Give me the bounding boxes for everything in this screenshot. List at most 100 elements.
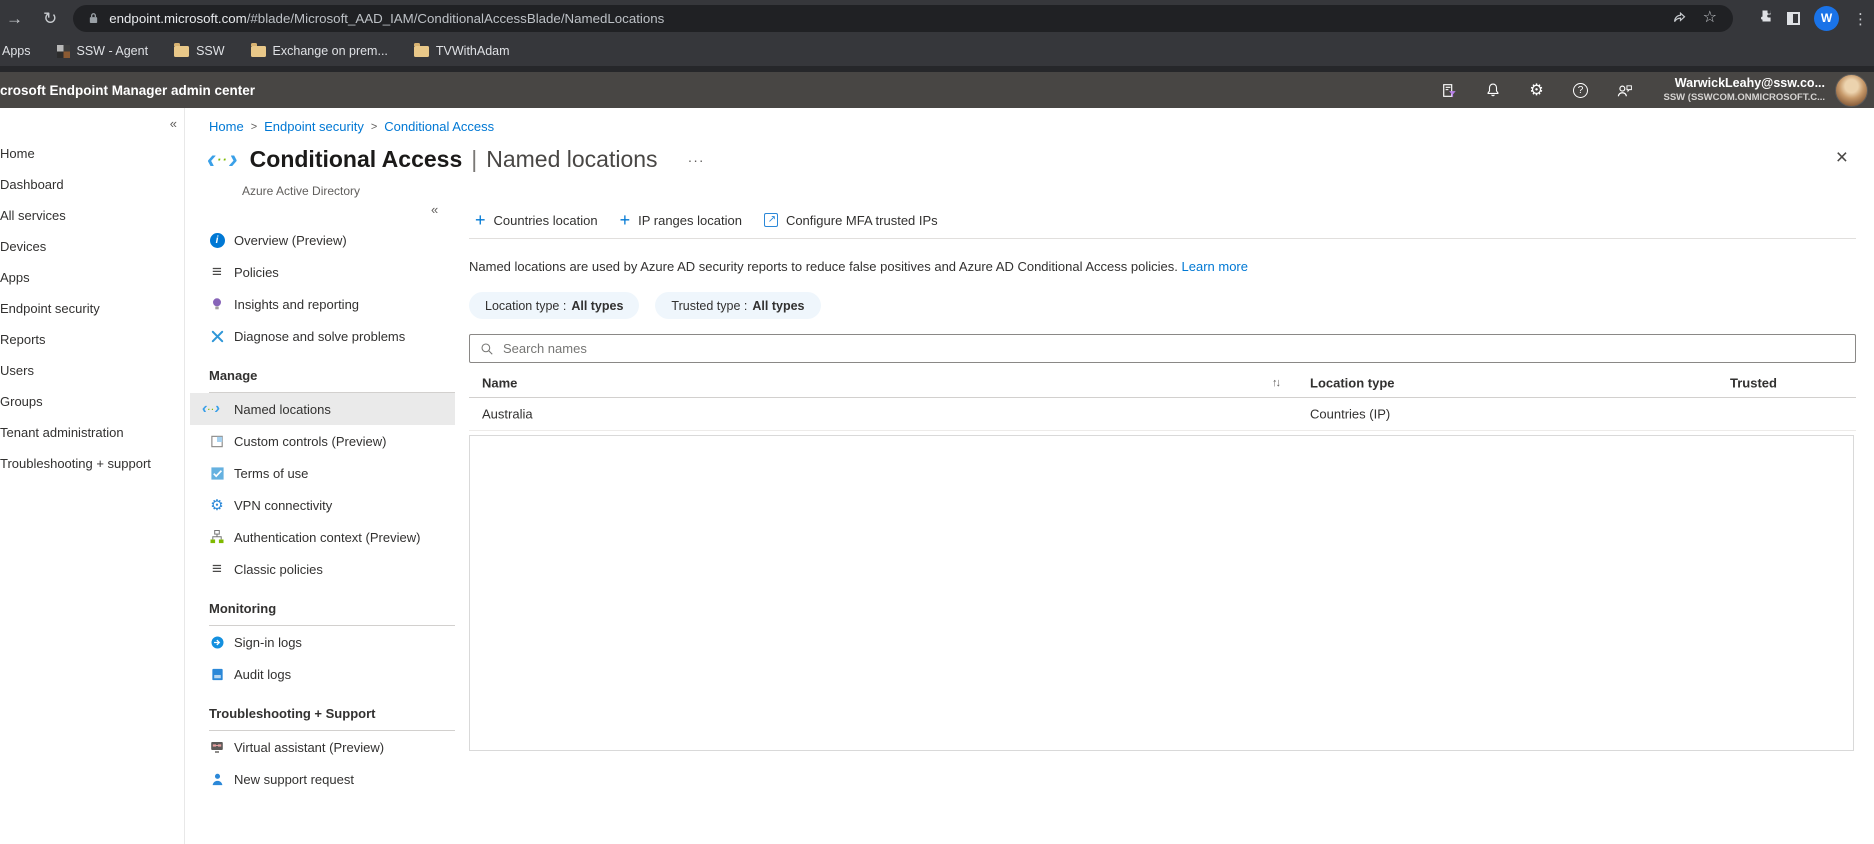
bookmark-apps[interactable]: Apps	[2, 44, 31, 58]
title-separator: |	[471, 146, 477, 173]
named-locations-content: Countries location IP ranges location Co…	[467, 202, 1874, 844]
search-input[interactable]	[501, 335, 1855, 362]
settings-gear-icon[interactable]	[1528, 81, 1546, 99]
configure-mfa-trusted-ips-button[interactable]: Configure MFA trusted IPs	[764, 213, 938, 228]
column-header-location-type[interactable]: Location type	[1310, 376, 1395, 391]
menu-item-custom-controls[interactable]: Custom controls (Preview)	[185, 425, 455, 457]
sidebar-item-label: Groups	[0, 394, 43, 409]
sort-icon[interactable]	[1272, 377, 1279, 389]
bookmark-exchange[interactable]: Exchange on prem...	[251, 44, 388, 58]
sidebar-item-apps[interactable]: Apps	[0, 262, 184, 293]
breadcrumb-home[interactable]: Home	[209, 119, 244, 134]
cell-name[interactable]: Australia	[482, 407, 533, 422]
bookmarks-bar: Apps SSW - Agent SSW Exchange on prem...…	[0, 36, 1874, 66]
menu-item-label: Diagnose and solve problems	[234, 329, 405, 344]
menu-item-policies[interactable]: Policies	[185, 256, 455, 288]
service-name: Azure Active Directory	[242, 184, 360, 198]
menu-item-classic-policies[interactable]: Classic policies	[185, 553, 455, 585]
url-text[interactable]: endpoint.microsoft.com/#blade/Microsoft_…	[109, 11, 1670, 26]
browser-profile-avatar[interactable]: W	[1814, 6, 1839, 31]
menu-section-monitoring: Monitoring	[209, 595, 455, 626]
blade-menu-collapse-icon[interactable]	[431, 202, 438, 217]
sidebar-item-devices[interactable]: Devices	[0, 231, 184, 262]
account-info[interactable]: WarwickLeahy@ssw.co... SSW (SSWCOM.ONMIC…	[1664, 76, 1826, 104]
close-blade-icon[interactable]	[1836, 146, 1848, 170]
sidebar-collapse-icon[interactable]	[170, 116, 177, 131]
search-box	[469, 334, 1856, 363]
breadcrumb-endpoint-security[interactable]: Endpoint security	[264, 119, 364, 134]
sidebar-item-users[interactable]: Users	[0, 355, 184, 386]
forward-icon[interactable]	[6, 10, 23, 27]
location-type-filter[interactable]: Location type : All types	[469, 292, 639, 319]
menu-item-named-locations[interactable]: Named locations	[190, 393, 455, 425]
cloud-shell-filter-icon[interactable]	[1440, 81, 1458, 99]
bookmark-star-icon[interactable]	[1703, 10, 1717, 26]
share-icon[interactable]	[1671, 10, 1687, 26]
description-text: Named locations are used by Azure AD sec…	[469, 259, 1248, 274]
side-panel-icon[interactable]	[1787, 12, 1800, 25]
menu-item-label: Policies	[234, 265, 279, 280]
bookmark-tvwithadam[interactable]: TVWithAdam	[414, 44, 510, 58]
menu-item-audit-logs[interactable]: Audit logs	[185, 658, 455, 690]
filter-label: Location type :	[485, 299, 566, 313]
reload-icon[interactable]	[43, 10, 57, 27]
extensions-puzzle-icon[interactable]	[1757, 8, 1773, 29]
breadcrumb-conditional-access[interactable]: Conditional Access	[384, 119, 494, 134]
cell-location-type: Countries (IP)	[1310, 407, 1390, 422]
menu-item-diagnose[interactable]: Diagnose and solve problems	[185, 320, 455, 352]
bookmark-ssw[interactable]: SSW	[174, 44, 224, 58]
table-row[interactable]: Australia Countries (IP)	[469, 398, 1856, 431]
bookmark-label: SSW - Agent	[77, 44, 149, 58]
bookmark-ssw-agent[interactable]: SSW - Agent	[57, 44, 149, 58]
help-icon[interactable]	[1572, 81, 1590, 99]
bookmark-label: Apps	[2, 44, 31, 58]
more-actions-icon[interactable]	[688, 152, 705, 168]
menu-item-terms-of-use[interactable]: Terms of use	[185, 457, 455, 489]
address-bar[interactable]: endpoint.microsoft.com/#blade/Microsoft_…	[73, 5, 1733, 32]
left-sidebar: Home Dashboard All services Devices Apps…	[0, 108, 185, 844]
menu-item-insights[interactable]: Insights and reporting	[185, 288, 455, 320]
list-icon	[209, 561, 225, 577]
sidebar-item-label: Dashboard	[0, 177, 64, 192]
menu-item-authentication-context[interactable]: Authentication context (Preview)	[185, 521, 455, 553]
menu-item-label: Audit logs	[234, 667, 291, 682]
menu-section-troubleshooting: Troubleshooting + Support	[209, 700, 455, 731]
menu-item-sign-in-logs[interactable]: Sign-in logs	[185, 626, 455, 658]
learn-more-link[interactable]: Learn more	[1182, 259, 1248, 274]
sidebar-item-all-services[interactable]: All services	[0, 200, 184, 231]
menu-item-label: Terms of use	[234, 466, 308, 481]
sidebar-item-home[interactable]: Home	[0, 138, 184, 169]
menu-item-label: Virtual assistant (Preview)	[234, 740, 384, 755]
feedback-icon[interactable]	[1616, 81, 1634, 99]
countries-location-button[interactable]: Countries location	[475, 211, 598, 229]
folder-icon	[174, 46, 189, 57]
trusted-type-filter[interactable]: Trusted type : All types	[655, 292, 820, 319]
sidebar-item-reports[interactable]: Reports	[0, 324, 184, 355]
search-icon	[480, 342, 494, 356]
column-header-trusted[interactable]: Trusted	[1730, 376, 1777, 391]
notifications-bell-icon[interactable]	[1484, 81, 1502, 99]
sidebar-item-endpoint-security[interactable]: Endpoint security	[0, 293, 184, 324]
menu-item-label: Named locations	[234, 402, 331, 417]
menu-item-label: Authentication context (Preview)	[234, 530, 420, 545]
menu-item-virtual-assistant[interactable]: Virtual assistant (Preview)	[185, 731, 455, 763]
sidebar-item-troubleshooting[interactable]: Troubleshooting + support	[0, 448, 184, 479]
sidebar-item-tenant-administration[interactable]: Tenant administration	[0, 417, 184, 448]
bookmark-label: SSW	[196, 44, 224, 58]
sidebar-item-label: Troubleshooting + support	[0, 456, 151, 471]
tools-icon	[209, 328, 225, 344]
ip-ranges-location-button[interactable]: IP ranges location	[620, 211, 742, 229]
list-icon	[209, 264, 225, 280]
browser-toolbar: endpoint.microsoft.com/#blade/Microsoft_…	[0, 0, 1874, 36]
sidebar-item-groups[interactable]: Groups	[0, 386, 184, 417]
column-header-name[interactable]: Name	[482, 376, 517, 391]
account-avatar[interactable]	[1835, 74, 1868, 107]
sidebar-item-label: Devices	[0, 239, 46, 254]
sidebar-item-dashboard[interactable]: Dashboard	[0, 169, 184, 200]
sidebar-item-label: Home	[0, 146, 35, 161]
menu-item-vpn-connectivity[interactable]: VPN connectivity	[185, 489, 455, 521]
browser-menu-icon[interactable]	[1853, 10, 1868, 27]
menu-item-new-support-request[interactable]: New support request	[185, 763, 455, 795]
menu-item-overview[interactable]: Overview (Preview)	[185, 224, 455, 256]
sidebar-item-label: Endpoint security	[0, 301, 100, 316]
